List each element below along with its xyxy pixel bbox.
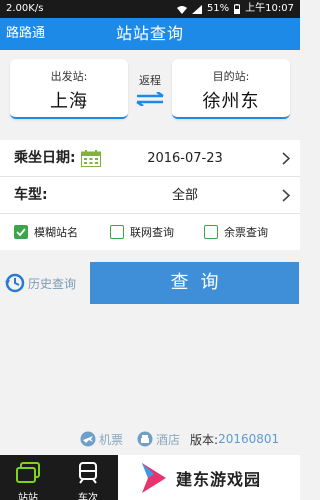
version-label: 版本:	[190, 432, 219, 447]
page-title: 站站查询	[115, 24, 184, 43]
nav-station-query[interactable]: 站站	[6, 455, 50, 500]
date-row[interactable]: 乘坐日期: 2016-07-23	[0, 140, 300, 177]
title-bar: 路路通 站站查询	[0, 18, 300, 50]
station-panel: 出发站: 上海 返程 目的站: 徐州东	[0, 50, 300, 130]
option-label: 模糊站名	[34, 226, 78, 239]
destination-value: 徐州东	[202, 91, 260, 112]
nav-train-query[interactable]: 车次	[66, 455, 110, 500]
departure-station-picker[interactable]: 出发站: 上海	[10, 59, 128, 119]
airplane-icon	[80, 431, 96, 447]
stations-icon	[16, 462, 40, 483]
calendar-icon[interactable]	[81, 150, 101, 167]
date-label: 乘坐日期:	[14, 150, 76, 166]
checkbox-unchecked-icon[interactable]	[204, 225, 218, 239]
footer-links: 机票 酒店 版本: 20160801	[80, 430, 300, 448]
network-speed: 2.00K/s	[6, 3, 44, 14]
logo-icon	[142, 462, 166, 493]
destination-label: 目的站:	[212, 70, 250, 83]
checkbox-checked-icon[interactable]	[14, 225, 28, 239]
options-row: 模糊站名 联网查询 余票查询	[0, 214, 300, 250]
battery-level: 51%	[206, 3, 230, 14]
signal-icon	[191, 4, 202, 14]
option-label: 联网查询	[130, 226, 174, 239]
option-online-query[interactable]: 联网查询	[110, 214, 174, 250]
history-label: 历史查询	[28, 276, 77, 291]
option-remaining-tickets[interactable]: 余票查询	[204, 214, 268, 250]
train-type-row[interactable]: 车型: 全部	[0, 177, 300, 214]
watermark-text: 建东游戏园	[176, 469, 262, 489]
train-icon	[79, 462, 97, 484]
query-button[interactable]: 查询	[90, 262, 299, 304]
chevron-right-icon	[282, 189, 290, 202]
checkbox-unchecked-icon[interactable]	[110, 225, 124, 239]
hotel-link[interactable]: 酒店	[137, 431, 180, 448]
option-fuzzy-station[interactable]: 模糊站名	[14, 214, 78, 250]
date-value: 2016-07-23	[147, 151, 223, 166]
nav-label: 车次	[78, 493, 98, 500]
train-type-value: 全部	[171, 188, 198, 203]
version-number: 20160801	[218, 432, 280, 446]
chevron-right-icon	[282, 152, 290, 165]
wifi-icon	[176, 5, 187, 14]
query-form: 乘坐日期: 2016-07-23 车型: 全部 模糊站名 联网查询 余票查询	[0, 140, 300, 250]
swap-label: 返程	[139, 74, 161, 87]
history-button[interactable]: 历史查询	[4, 272, 76, 294]
destination-station-picker[interactable]: 目的站: 徐州东	[172, 59, 290, 119]
hotel-label: 酒店	[156, 432, 181, 447]
history-icon	[5, 273, 25, 293]
battery-icon	[234, 4, 241, 14]
swap-stations-button[interactable]: 返程	[129, 72, 171, 110]
status-bar: 2.00K/s 51% 上午10:07	[0, 0, 300, 18]
option-label: 余票查询	[224, 226, 268, 239]
flight-label: 机票	[99, 432, 124, 447]
swap-arrows-icon	[136, 90, 164, 108]
watermark: 建东游戏园	[118, 455, 300, 500]
departure-value: 上海	[50, 91, 88, 112]
clock: 上午10:07	[245, 3, 294, 14]
departure-label: 出发站:	[50, 70, 88, 83]
nav-label: 站站	[18, 493, 38, 500]
train-type-label: 车型:	[14, 187, 48, 203]
flight-link[interactable]: 机票	[80, 431, 123, 448]
hotel-icon	[137, 431, 153, 447]
